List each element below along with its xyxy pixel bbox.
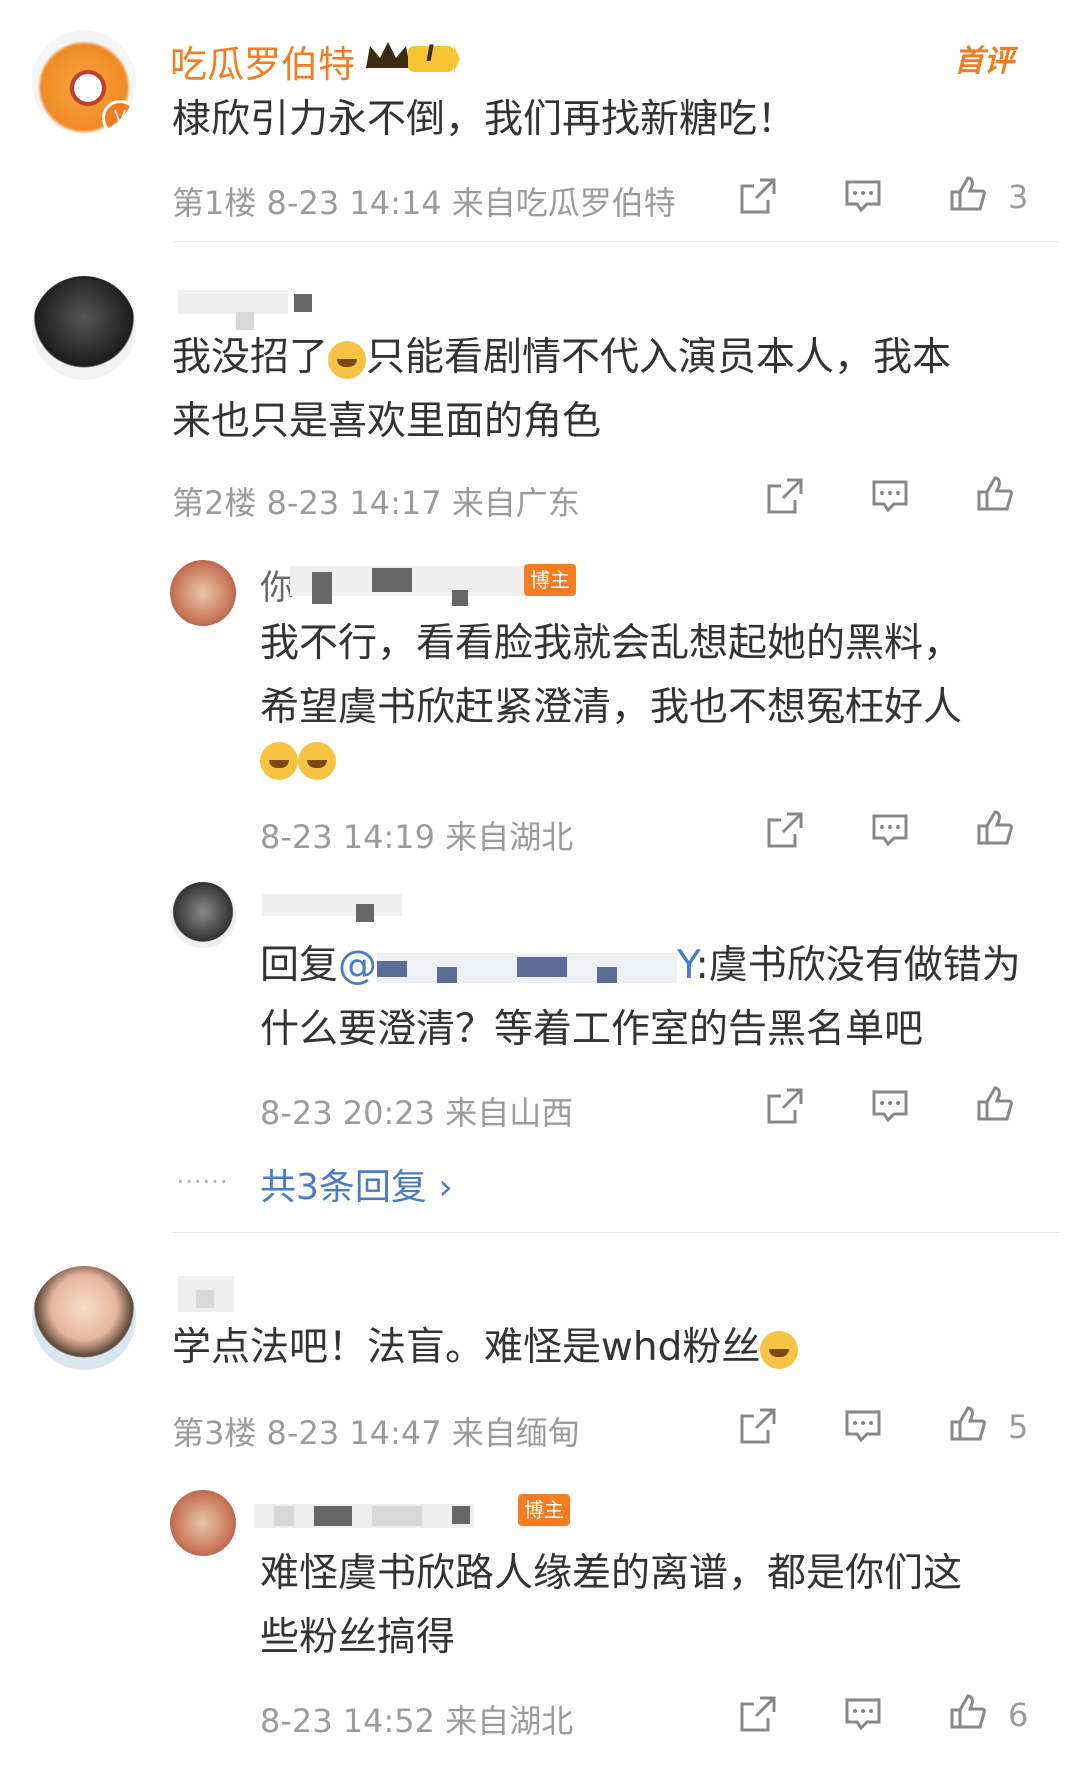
like-icon[interactable] (948, 174, 988, 214)
comment-meta: 第1楼 8-23 14:14 来自吃瓜罗伯特 (172, 184, 676, 222)
reply-meta: 8-23 14:52 来自湖北 (260, 1702, 574, 1740)
reply-meta: 8-23 14:19 来自湖北 (260, 818, 574, 856)
blurred-username (178, 290, 288, 314)
comment-meta: 第2楼 8-23 14:17 来自广东 (172, 484, 580, 522)
reply-meta: 8-23 20:23 来自山西 (260, 1094, 574, 1132)
verified-badge-icon: V (102, 100, 136, 134)
share-icon[interactable] (738, 176, 778, 216)
comment-text: 我没招了 只能看剧情不代入演员本人，我本 (172, 335, 952, 380)
level-badge: I (362, 36, 460, 78)
share-icon[interactable] (765, 810, 805, 850)
reply-text: 回复@ Y:虞书欣没有做错为 (260, 943, 1021, 988)
comment-icon[interactable] (870, 1086, 910, 1126)
reply-avatar[interactable] (170, 1490, 236, 1556)
username[interactable]: 吃瓜罗伯特 (170, 34, 355, 88)
reply-text-line2: 些粉丝搞得 (260, 1615, 456, 1660)
avatar[interactable]: V (32, 30, 136, 134)
like-count: 3 (1008, 178, 1029, 216)
like-icon[interactable] (975, 808, 1015, 848)
comment-icon[interactable] (843, 1406, 883, 1446)
blurred-username (262, 894, 402, 916)
reply-text: 我不行，看看脸我就会乱想起她的黑料， (260, 621, 963, 666)
share-icon[interactable] (738, 1694, 778, 1734)
crown-icon (366, 42, 460, 72)
comment-icon[interactable] (870, 810, 910, 850)
smirk-emoji-icon (760, 1330, 799, 1369)
comment-text: 学点法吧！法盲。难怪是whd粉丝 (172, 1316, 799, 1380)
share-icon[interactable] (765, 1086, 805, 1126)
mention-link[interactable]: @ (338, 943, 377, 988)
reply-text-line2: 什么要澄清？等着工作室的告黑名单吧 (260, 1007, 924, 1052)
share-icon[interactable] (738, 1406, 778, 1446)
comment-meta: 第3楼 8-23 14:47 来自缅甸 (172, 1414, 580, 1452)
share-icon[interactable] (765, 476, 805, 516)
like-icon[interactable] (975, 474, 1015, 514)
divider (172, 241, 1060, 242)
comment-text: 棣欣引力永不倒，我们再找新糖吃！ (172, 97, 797, 142)
reply-avatar[interactable] (170, 882, 236, 948)
reply-username[interactable]: 你 (260, 560, 294, 609)
reply-avatar[interactable] (170, 560, 236, 626)
laugh-cry-emoji-icon (328, 340, 367, 379)
crying-emoji-icon (260, 742, 298, 780)
divider (172, 1232, 1060, 1233)
like-count: 6 (1008, 1696, 1029, 1734)
more-replies-link[interactable]: 共3条回复 › (260, 1158, 453, 1210)
like-count: 5 (1008, 1408, 1029, 1446)
host-badge: 博主 (518, 1494, 570, 1526)
avatar[interactable] (32, 1266, 136, 1370)
crying-emoji-icon (298, 742, 336, 780)
like-icon[interactable] (948, 1692, 988, 1732)
avatar[interactable] (32, 276, 136, 380)
reply-text: 难怪虞书欣路人缘差的离谱，都是你们这 (260, 1551, 963, 1596)
comment-text-line2: 来也只是喜欢里面的角色 (172, 399, 602, 444)
more-dots: …… (176, 1160, 228, 1190)
first-comment-tag: 首评 (954, 44, 1014, 79)
blurred-mention (377, 952, 678, 983)
comment-icon[interactable] (843, 1694, 883, 1734)
comment-icon[interactable] (843, 176, 883, 216)
like-icon[interactable] (948, 1404, 988, 1444)
like-icon[interactable] (975, 1084, 1015, 1124)
comment-icon[interactable] (870, 476, 910, 516)
reply-text-line2: 希望虞书欣赶紧澄清，我也不想冤枉好人 (260, 685, 963, 730)
host-badge: 博主 (524, 564, 576, 596)
